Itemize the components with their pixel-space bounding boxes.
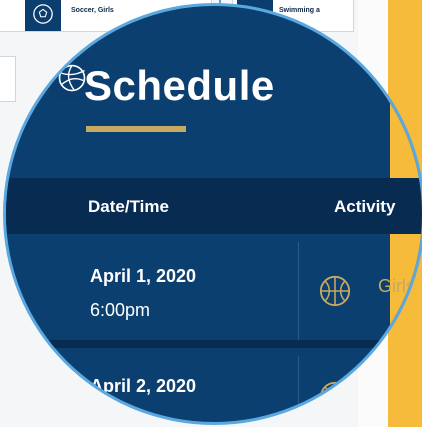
row-divider xyxy=(298,356,299,422)
column-header-datetime: Date/Time xyxy=(88,197,169,216)
row-divider xyxy=(298,242,299,340)
basketball-icon xyxy=(318,380,352,419)
row-date: April 1, 2020 xyxy=(90,266,197,286)
schedule-table-header: Date/Time Activity xyxy=(6,178,422,234)
schedule-title: Schedule xyxy=(84,62,275,109)
row-date: April 2, 2020 xyxy=(90,376,197,396)
row-activity[interactable]: Girls xyxy=(378,276,415,297)
row-separator xyxy=(6,340,422,348)
title-underline xyxy=(86,126,186,132)
column-header-activity: Activity xyxy=(334,197,396,216)
magnifier-lens: Schedule Date/Time Activity April 1, 202… xyxy=(6,6,422,422)
basketball-icon xyxy=(318,274,352,313)
row-time: 6:00pm xyxy=(90,300,151,320)
